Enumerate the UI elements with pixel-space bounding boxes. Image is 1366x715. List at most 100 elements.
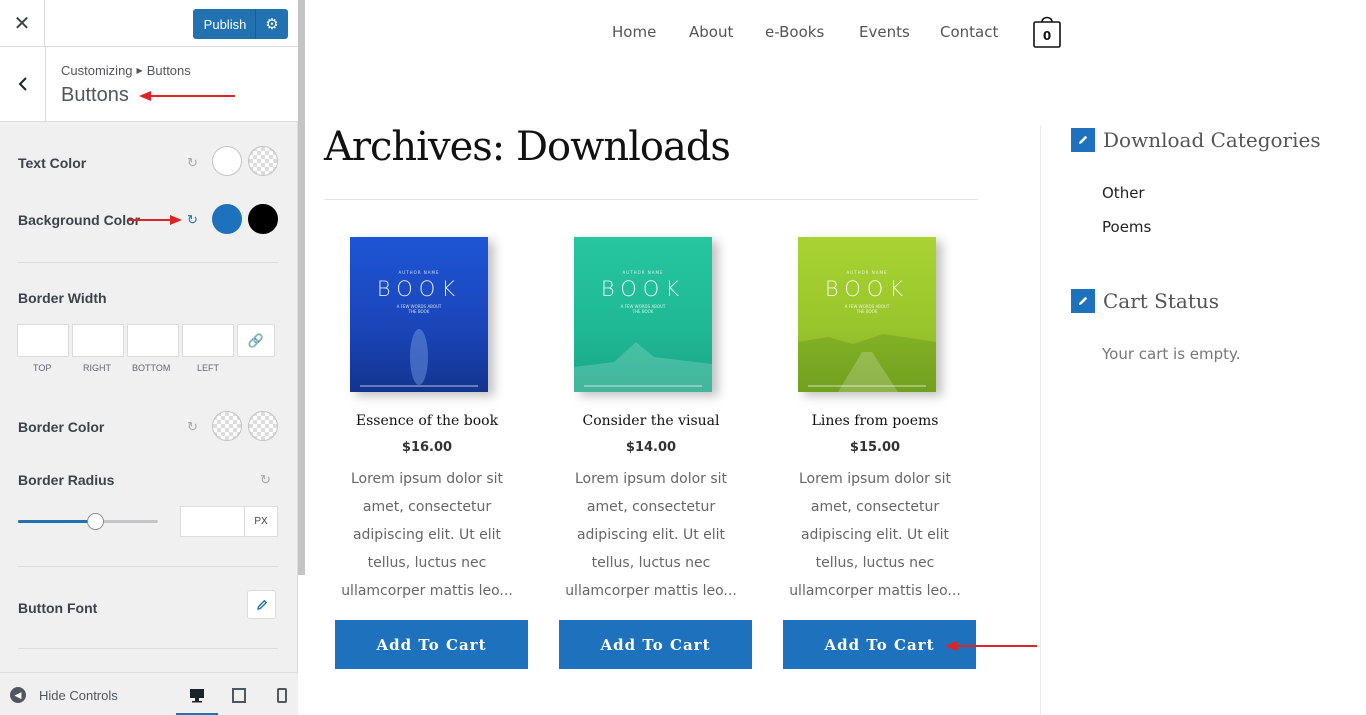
reset-icon[interactable]: ↻	[260, 472, 271, 488]
cover-title: BOOK	[600, 277, 686, 301]
border-width-side-label: BOTTOM	[132, 363, 171, 373]
border-hover-color-swatch[interactable]	[248, 411, 278, 441]
gear-icon[interactable]: ⚙	[256, 15, 288, 33]
publish-label: Publish	[203, 16, 247, 32]
background-hover-color-swatch[interactable]	[248, 204, 278, 234]
back-button[interactable]	[0, 47, 46, 121]
product-title[interactable]: Lines from poems	[778, 413, 972, 429]
link-icon: 🔗	[247, 332, 265, 348]
border-width-left-input[interactable]	[182, 324, 234, 357]
pencil-icon	[1071, 128, 1095, 152]
nav-link-about[interactable]: About	[689, 23, 733, 41]
product-description: Lorem ipsum dolor sit amet, consectetur ad…	[789, 471, 961, 599]
slider-fill	[18, 520, 95, 523]
hide-controls-label: Hide Controls	[39, 687, 118, 703]
section-title: Buttons	[61, 84, 129, 106]
breadcrumb-current: Buttons	[146, 63, 191, 78]
divider	[324, 199, 978, 200]
widget-title: Cart Status	[1071, 289, 1219, 313]
text-hover-color-swatch[interactable]	[248, 146, 278, 176]
nav-link-events[interactable]: Events	[859, 23, 910, 41]
shopping-bag-icon: 0	[1033, 16, 1061, 48]
reset-icon[interactable]: ↻	[187, 419, 198, 435]
reset-icon[interactable]: ↻	[187, 155, 198, 171]
chevron-left-icon	[18, 77, 27, 91]
product-description: Lorem ipsum dolor sit amet, consectetur ad…	[341, 471, 513, 599]
download-categories-title: Download Categories	[1103, 128, 1321, 152]
edit-font-button[interactable]	[247, 590, 276, 619]
annotation-arrow-icon	[139, 91, 235, 101]
desktop-icon	[190, 688, 204, 702]
annotation-arrow-icon	[128, 215, 182, 225]
border-color-swatch[interactable]	[212, 411, 242, 441]
background-color-swatch[interactable]	[212, 204, 242, 234]
breadcrumb-root: Customizing	[61, 63, 133, 78]
cover-road-icon	[798, 334, 936, 392]
reset-icon[interactable]: ↻	[187, 212, 198, 228]
hide-controls-button[interactable]: ◀ Hide Controls	[10, 687, 118, 703]
tablet-icon	[232, 687, 246, 703]
border-color-label: Border Color	[18, 419, 105, 435]
cart-empty-message: Your cart is empty.	[1102, 345, 1241, 363]
nav-link-ebooks[interactable]: e-Books	[765, 23, 824, 41]
product-price: $14.00	[625, 440, 677, 455]
product-cover-image[interactable]: AUTHOR NAME BOOK A FEW WORDS ABOUT THE BO…	[350, 237, 488, 392]
add-to-cart-button[interactable]: Add To Cart	[335, 620, 528, 669]
product-cover-image[interactable]: AUTHOR NAME BOOK A FEW WORDS ABOUT THE BO…	[574, 237, 712, 392]
border-width-bottom-input[interactable]	[127, 324, 179, 357]
cart-button[interactable]: 0	[1032, 13, 1062, 53]
mobile-preview-button[interactable]	[269, 683, 295, 707]
unit-label[interactable]: PX	[244, 506, 278, 537]
divider	[18, 262, 278, 263]
cart-status-title: Cart Status	[1103, 289, 1220, 313]
customizer-footer: ◀ Hide Controls	[0, 672, 298, 715]
collapse-icon: ◀	[10, 687, 26, 703]
breadcrumb: Customizing ▶ Buttons	[61, 63, 191, 78]
cover-author: AUTHOR NAME	[398, 270, 440, 275]
customizer-panel: ✕ Publish ⚙ Customizing ▶ Buttons Buttons …	[0, 0, 298, 715]
divider	[18, 648, 278, 649]
cover-subtitle: A FEW WORDS ABOUT THE BOOK	[620, 304, 666, 314]
button-font-label: Button Font	[18, 600, 98, 616]
tablet-preview-button[interactable]	[226, 683, 252, 707]
cover-author: AUTHOR NAME	[622, 270, 664, 275]
close-icon: ✕	[13, 12, 31, 35]
border-width-top-input[interactable]	[17, 324, 69, 357]
cart-count: 0	[1043, 29, 1051, 43]
publish-button[interactable]: Publish ⚙	[193, 9, 288, 39]
product-price: $16.00	[401, 440, 453, 455]
slider-handle[interactable]	[87, 513, 104, 530]
cover-subtitle: A FEW WORDS ABOUT THE BOOK	[844, 304, 890, 314]
border-width-side-label: LEFT	[197, 363, 220, 373]
border-radius-input[interactable]	[180, 506, 245, 537]
section-header: Customizing ▶ Buttons Buttons	[0, 47, 298, 122]
category-link-poems[interactable]: Poems	[1102, 218, 1151, 236]
panel-scrollbar[interactable]	[298, 0, 305, 575]
breadcrumb-separator-icon: ▶	[136, 66, 143, 75]
category-link-other[interactable]: Other	[1102, 184, 1145, 202]
product-title[interactable]: Consider the visual	[554, 413, 748, 429]
cover-figure-icon	[410, 329, 428, 385]
cover-subtitle: A FEW WORDS ABOUT THE BOOK	[396, 304, 442, 314]
border-width-side-label: RIGHT	[83, 363, 111, 373]
site-preview: Home About e-Books Events Contact 0 Arch…	[305, 0, 1366, 715]
annotation-arrow-icon	[945, 641, 1037, 651]
desktop-preview-button[interactable]	[176, 683, 218, 715]
cover-author: AUTHOR NAME	[846, 270, 888, 275]
link-values-button[interactable]: 🔗	[237, 324, 275, 357]
cover-mountain-icon	[574, 342, 712, 392]
border-radius-slider[interactable]	[18, 513, 158, 530]
border-width-right-input[interactable]	[72, 324, 124, 357]
page-title: Archives: Downloads	[324, 124, 731, 170]
nav-link-home[interactable]: Home	[612, 23, 656, 41]
product-cover-image[interactable]: AUTHOR NAME BOOK A FEW WORDS ABOUT THE BO…	[798, 237, 936, 392]
pencil-icon	[256, 599, 267, 610]
close-customizer-button[interactable]: ✕	[0, 0, 45, 46]
product-title[interactable]: Essence of the book	[330, 413, 524, 429]
mobile-icon	[277, 687, 287, 703]
add-to-cart-button[interactable]: Add To Cart	[559, 620, 752, 669]
customizer-header: ✕ Publish ⚙	[0, 0, 298, 47]
widget-title: Download Categories	[1071, 128, 1321, 152]
text-color-swatch[interactable]	[212, 146, 242, 176]
nav-link-contact[interactable]: Contact	[940, 23, 998, 41]
